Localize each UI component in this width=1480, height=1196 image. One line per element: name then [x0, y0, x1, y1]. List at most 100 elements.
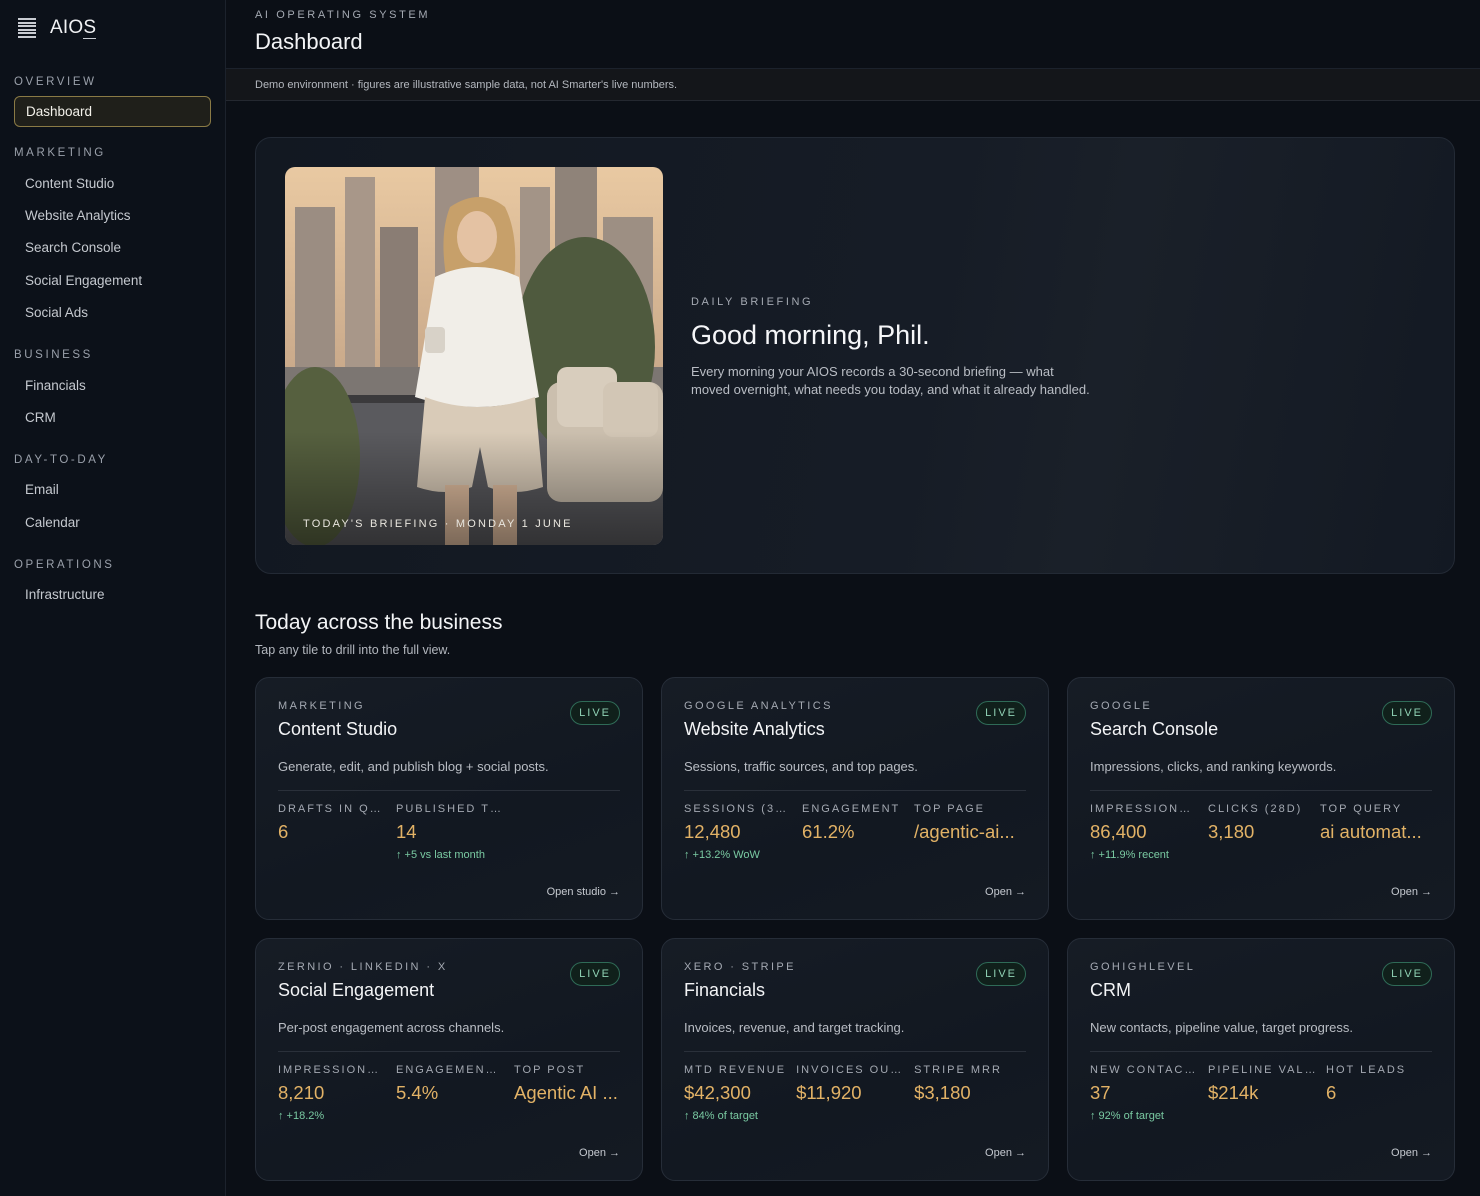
tile-eyebrow: MARKETING: [278, 700, 365, 712]
metric-value: $3,180: [914, 1082, 971, 1103]
nav-section-heading: Business: [14, 348, 93, 361]
metric-label: ENGAGEMENT: [802, 803, 901, 815]
sidebar-item-social-ads[interactable]: Social Ads: [14, 297, 211, 329]
metric-label: TOP QUERY: [1320, 803, 1403, 815]
live-badge: LIVE: [1382, 962, 1432, 986]
metric-label: DRAFTS IN QU...: [278, 803, 386, 815]
live-badge: LIVE: [570, 701, 620, 725]
metric-trend: ↑ 84% of target: [684, 1110, 758, 1122]
metric-label: HOT LEADS: [1326, 1064, 1407, 1076]
sidebar-item-crm[interactable]: CRM: [14, 401, 211, 433]
nav-section-heading: Day-to-day: [14, 453, 108, 466]
metric-label: SESSIONS (30D): [684, 803, 792, 815]
tile-website-analytics[interactable]: GOOGLE ANALYTICS Website Analytics LIVE …: [661, 677, 1049, 920]
metric-value: 6: [1326, 1082, 1337, 1103]
open-link[interactable]: Open →: [1391, 886, 1432, 898]
main-content: AI OPERATING SYSTEM Dashboard Demo envir…: [226, 0, 1480, 1196]
metric: TOP POST Agentic AI ...: [514, 1064, 628, 1122]
tile-eyebrow: GOOGLE ANALYTICS: [684, 700, 833, 712]
metric: ENGAGEMENT ... 5.4%: [396, 1064, 514, 1122]
metric-value: 37: [1090, 1082, 1111, 1103]
divider: [1090, 1051, 1432, 1052]
tile-title: Content Studio: [278, 719, 398, 739]
metric-value: 8,210: [278, 1082, 325, 1103]
divider: [278, 1051, 620, 1052]
sidebar: AIOS Overview Dashboard Marketing Content S…: [0, 0, 226, 1196]
sidebar-item-dashboard[interactable]: Dashboard: [14, 96, 211, 127]
metric-label: NEW CONTACT...: [1090, 1064, 1198, 1076]
menu-icon[interactable]: [18, 18, 36, 38]
demo-notice: Demo environment · figures are illustrat…: [226, 69, 1480, 101]
sidebar-item-social-engagement[interactable]: Social Engagement: [14, 264, 211, 296]
metric: MTD REVENUE $42,300 ↑ 84% of target: [684, 1064, 796, 1122]
tile-eyebrow: GOHIGHLEVEL: [1090, 961, 1196, 973]
open-link[interactable]: Open →: [985, 886, 1026, 898]
metric-value: 14: [396, 821, 417, 842]
divider: [684, 790, 1026, 791]
sidebar-item-email[interactable]: Email: [14, 474, 211, 506]
tile-description: Generate, edit, and publish blog + socia…: [278, 759, 549, 774]
metric: INVOICES OUT... $11,920: [796, 1064, 914, 1122]
briefing-eyebrow: DAILY BRIEFING: [691, 296, 814, 308]
metric: CLICKS (28D) 3,180: [1208, 803, 1320, 861]
briefing-photo[interactable]: TODAY'S BRIEFING · MONDAY 1 JUNE: [285, 167, 663, 545]
tile-content-studio[interactable]: MARKETING Content Studio LIVE Generate, …: [255, 677, 643, 920]
metric-value: ai automat...: [1320, 821, 1422, 842]
sidebar-item-financials[interactable]: Financials: [14, 369, 211, 401]
page-title: Dashboard: [255, 29, 363, 54]
page-header: AI OPERATING SYSTEM Dashboard: [226, 0, 1480, 69]
page-eyebrow: AI OPERATING SYSTEM: [255, 9, 431, 21]
daily-briefing-hero[interactable]: TODAY'S BRIEFING · MONDAY 1 JUNE DAILY B…: [255, 137, 1455, 574]
metric: PUBLISHED TH... 14 ↑ +5 vs last month: [396, 803, 514, 861]
open-link[interactable]: Open →: [985, 1147, 1026, 1159]
briefing-description: Every morning your AIOS records a 30-sec…: [691, 364, 1090, 397]
metric-value: 61.2%: [802, 821, 855, 842]
sidebar-item-search-console[interactable]: Search Console: [14, 232, 211, 264]
metric: TOP PAGE /agentic-ai...: [914, 803, 1026, 861]
photo-caption: TODAY'S BRIEFING · MONDAY 1 JUNE: [303, 518, 573, 530]
tile-title: Website Analytics: [684, 719, 825, 739]
sidebar-item-website-analytics[interactable]: Website Analytics: [14, 199, 211, 231]
sidebar-item-content-studio[interactable]: Content Studio: [14, 167, 211, 199]
divider: [684, 1051, 1026, 1052]
tile-crm[interactable]: GOHIGHLEVEL CRM LIVE New contacts, pipel…: [1067, 938, 1455, 1181]
live-badge: LIVE: [570, 962, 620, 986]
open-link[interactable]: Open →: [579, 1147, 620, 1159]
metric-value: /agentic-ai...: [914, 821, 1015, 842]
brand-name: AIOS: [50, 17, 97, 39]
tile-metrics: NEW CONTACT... 37 ↑ 92% of target PIPELI…: [1090, 1064, 1432, 1122]
sidebar-item-calendar[interactable]: Calendar: [14, 506, 211, 538]
tile-search-console[interactable]: GOOGLE Search Console LIVE Impressions, …: [1067, 677, 1455, 920]
metric: SESSIONS (30D) 12,480 ↑ +13.2% WoW: [684, 803, 802, 861]
metric-label: CLICKS (28D): [1208, 803, 1303, 815]
metric: IMPRESSIONS ... 86,400 ↑ +11.9% recent: [1090, 803, 1208, 861]
tile-eyebrow: ZERNIO · LINKEDIN · X: [278, 961, 448, 973]
metric-value: $214k: [1208, 1082, 1259, 1103]
tile-description: New contacts, pipeline value, target pro…: [1090, 1020, 1354, 1035]
section-subtitle: Tap any tile to drill into the full view…: [255, 643, 451, 657]
open-link[interactable]: Open studio →: [547, 886, 620, 898]
divider: [278, 790, 620, 791]
tile-metrics: MTD REVENUE $42,300 ↑ 84% of target INVO…: [684, 1064, 1026, 1122]
live-badge: LIVE: [976, 962, 1026, 986]
tile-financials[interactable]: XERO · STRIPE Financials LIVE Invoices, …: [661, 938, 1049, 1181]
divider: [1090, 790, 1432, 791]
metric: PIPELINE VALUE $214k: [1208, 1064, 1326, 1122]
metric-label: PIPELINE VALUE: [1208, 1064, 1316, 1076]
tile-title: Social Engagement: [278, 980, 435, 1000]
sidebar-item-infrastructure[interactable]: Infrastructure: [14, 579, 211, 611]
nav-section-heading: Overview: [14, 76, 97, 88]
sidebar-nav: Overview Dashboard Marketing Content Studio…: [14, 76, 211, 611]
metric: NEW CONTACT... 37 ↑ 92% of target: [1090, 1064, 1208, 1122]
tile-title: Financials: [684, 980, 766, 1000]
tile-title: CRM: [1090, 980, 1131, 1000]
open-link[interactable]: Open →: [1391, 1147, 1432, 1159]
metric: TOP QUERY ai automat...: [1320, 803, 1432, 861]
brand[interactable]: AIOS: [14, 0, 211, 56]
tile-social-engagement[interactable]: ZERNIO · LINKEDIN · X Social Engagement …: [255, 938, 643, 1181]
metric-value: 12,480: [684, 821, 741, 842]
section-title: Today across the business: [255, 611, 503, 634]
metric-value: 3,180: [1208, 821, 1255, 842]
metric-label: STRIPE MRR: [914, 1064, 1002, 1076]
metric-trend: ↑ +13.2% WoW: [684, 849, 760, 861]
